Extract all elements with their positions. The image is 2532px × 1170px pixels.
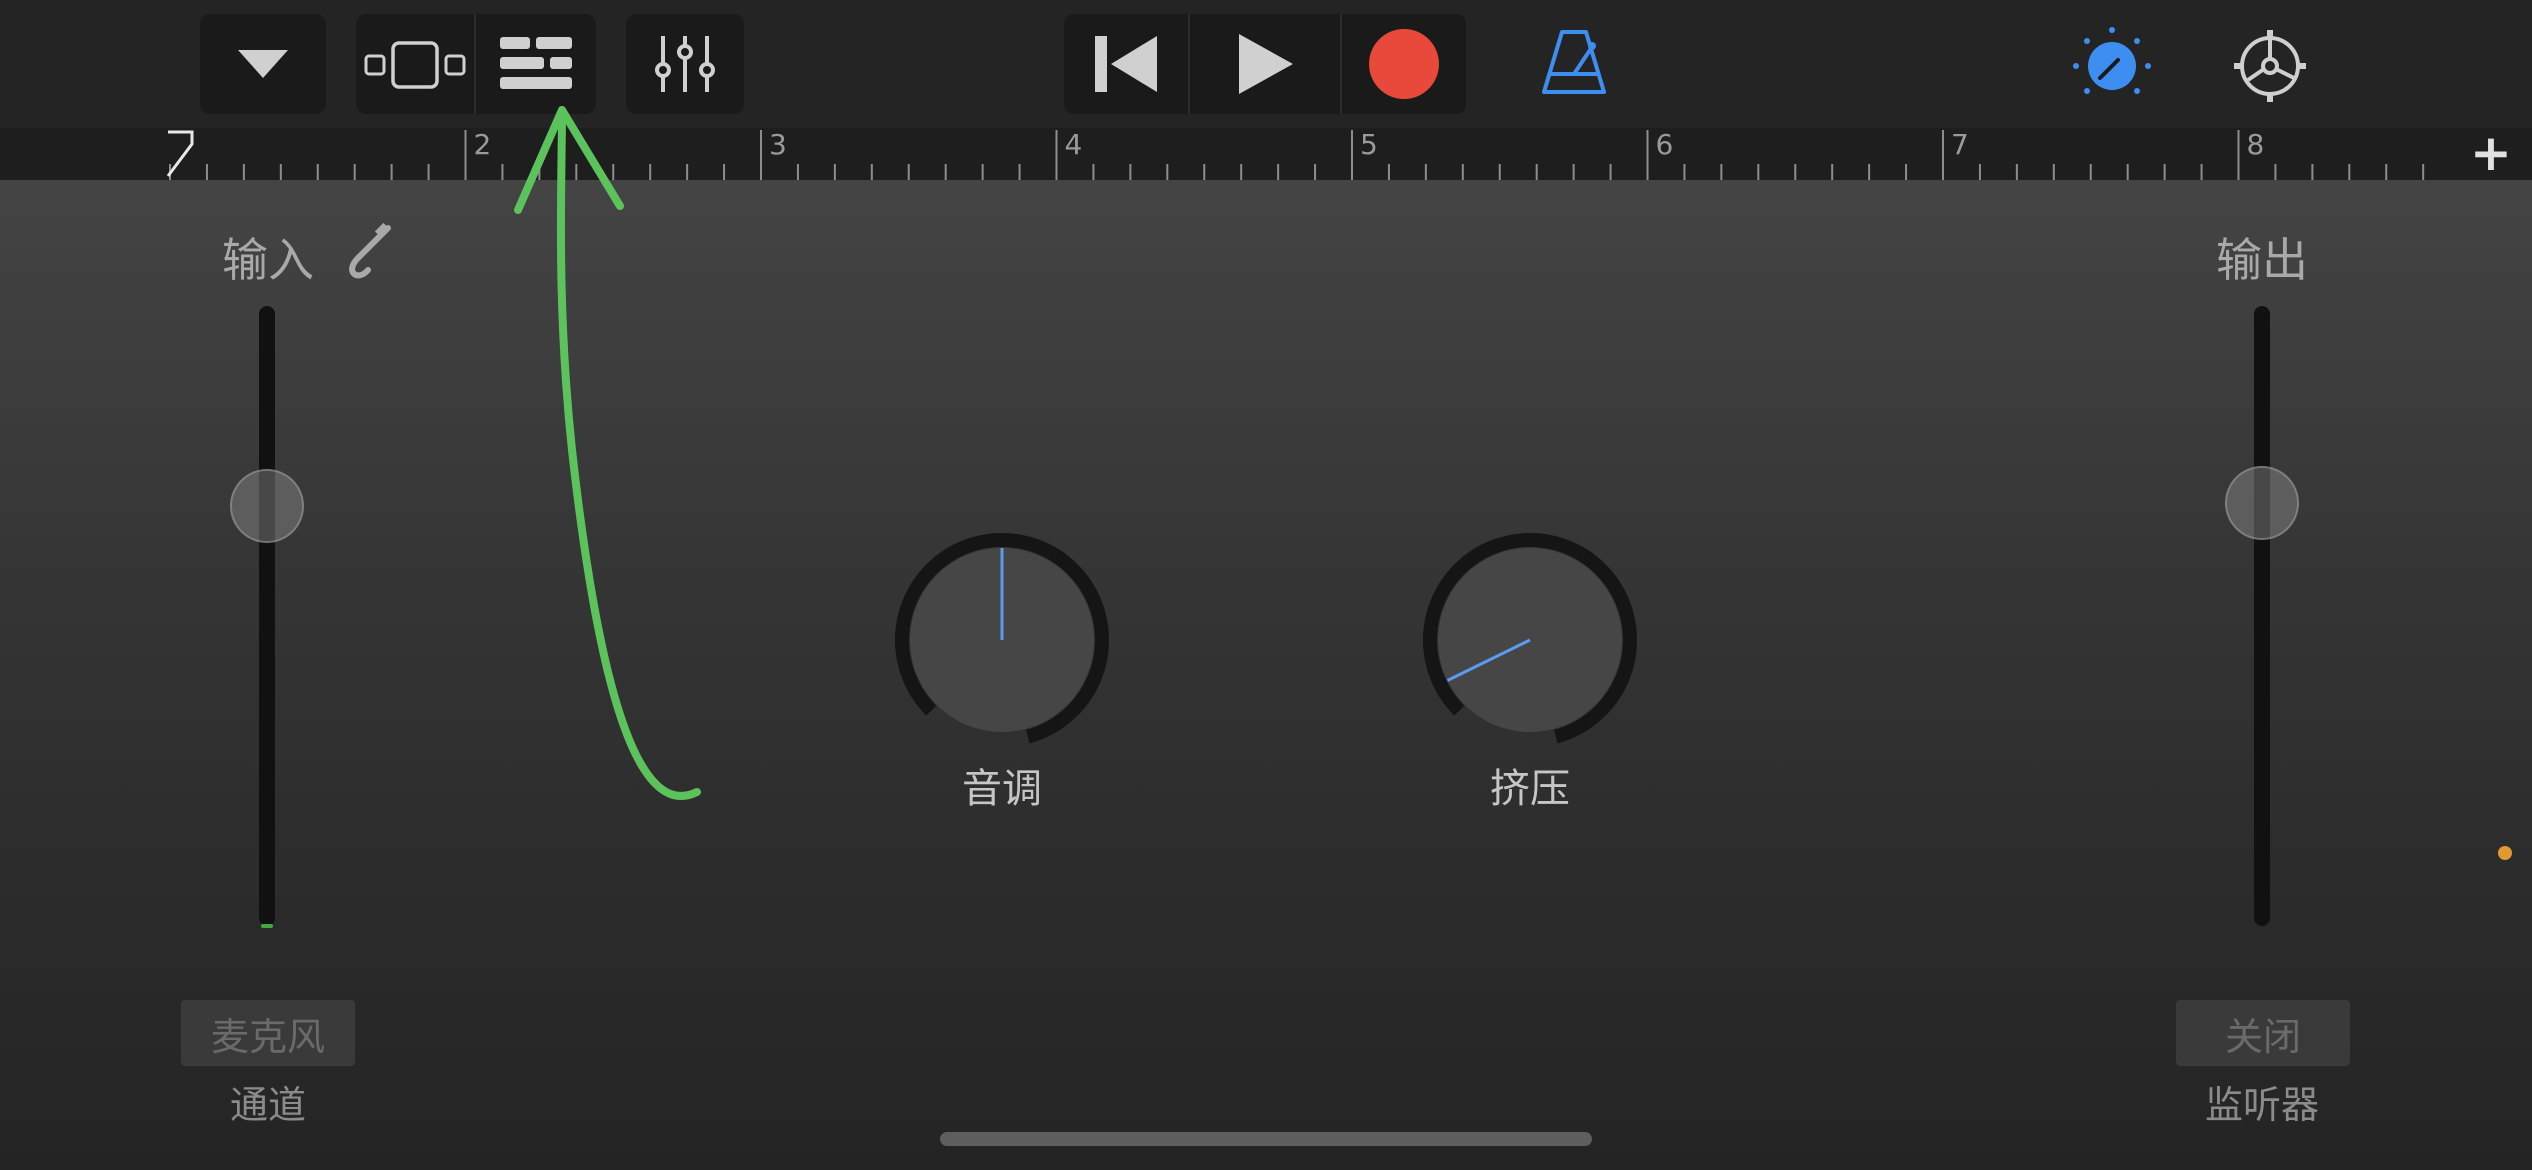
ruler-bar-label: 3 bbox=[769, 128, 787, 161]
rewind-button[interactable] bbox=[1064, 14, 1188, 114]
input-jack-icon[interactable] bbox=[340, 220, 396, 288]
output-slider-thumb[interactable] bbox=[2225, 466, 2299, 540]
squeeze-knob-label: 挤压 bbox=[1490, 766, 1570, 812]
input-label: 输入 bbox=[222, 233, 314, 287]
master-button[interactable] bbox=[2070, 24, 2154, 112]
play-button[interactable] bbox=[1188, 14, 1340, 114]
browser-button[interactable] bbox=[200, 14, 326, 114]
output-label: 输出 bbox=[2216, 233, 2308, 287]
toolbar bbox=[0, 0, 2532, 128]
master-knob-icon bbox=[2073, 27, 2151, 94]
monitor-caption: 监听器 bbox=[2204, 1083, 2319, 1127]
status-dot bbox=[2498, 846, 2512, 860]
play-icon bbox=[1239, 34, 1293, 94]
mixer-sliders-icon bbox=[655, 36, 715, 92]
ruler-bar-label: 4 bbox=[1064, 128, 1083, 161]
output-level-slider[interactable] bbox=[2254, 306, 2270, 926]
playhead-marker-icon bbox=[166, 130, 194, 177]
dropdown-triangle-icon bbox=[238, 50, 288, 78]
ruler-bar-label: 6 bbox=[1655, 128, 1674, 161]
input-slider-thumb[interactable] bbox=[230, 469, 304, 543]
pitch-knob-label: 音调 bbox=[962, 766, 1042, 812]
settings-button[interactable] bbox=[2232, 28, 2308, 108]
record-button[interactable] bbox=[1340, 14, 1466, 114]
home-indicator bbox=[940, 1132, 1592, 1146]
ruler-ticks bbox=[166, 130, 2425, 180]
record-icon bbox=[1369, 29, 1439, 99]
metronome-button[interactable] bbox=[1540, 28, 1608, 102]
settings-gear-icon bbox=[2234, 30, 2306, 102]
tracks-view-icon bbox=[364, 41, 466, 89]
ruler-bar-label: 2 bbox=[473, 128, 492, 161]
amp-controls-panel: 输入 麦克风 通道 输出 关闭 监听器 音调 挤压 bbox=[0, 180, 2532, 1170]
browser-group bbox=[200, 14, 326, 114]
view-group bbox=[356, 14, 596, 114]
ruler-bar-label: 5 bbox=[1360, 128, 1378, 161]
add-section-button[interactable]: + bbox=[2470, 124, 2512, 182]
input-level-slider[interactable] bbox=[259, 306, 275, 926]
timeline-ruler[interactable]: 2 3 4 5 6 7 8 + bbox=[0, 124, 2532, 182]
transport-group bbox=[1064, 14, 1466, 114]
go-to-start-icon bbox=[1095, 36, 1157, 92]
regions-view-button[interactable] bbox=[474, 14, 596, 114]
metronome-icon bbox=[1542, 30, 1606, 94]
input-source-button[interactable]: 麦克风 bbox=[181, 1000, 355, 1066]
tracks-view-button[interactable] bbox=[356, 14, 474, 114]
input-meter-indicator bbox=[261, 924, 273, 928]
ruler-bar-label: 7 bbox=[1951, 128, 1969, 161]
ruler-bar-label: 8 bbox=[2246, 128, 2265, 161]
input-source-caption: 通道 bbox=[229, 1083, 306, 1127]
pitch-knob[interactable] bbox=[892, 530, 1112, 750]
mixer-group bbox=[626, 14, 744, 114]
regions-list-icon bbox=[500, 37, 572, 89]
monitor-button[interactable]: 关闭 bbox=[2176, 1000, 2350, 1066]
squeeze-knob[interactable] bbox=[1420, 530, 1640, 750]
mixer-button[interactable] bbox=[626, 14, 744, 114]
